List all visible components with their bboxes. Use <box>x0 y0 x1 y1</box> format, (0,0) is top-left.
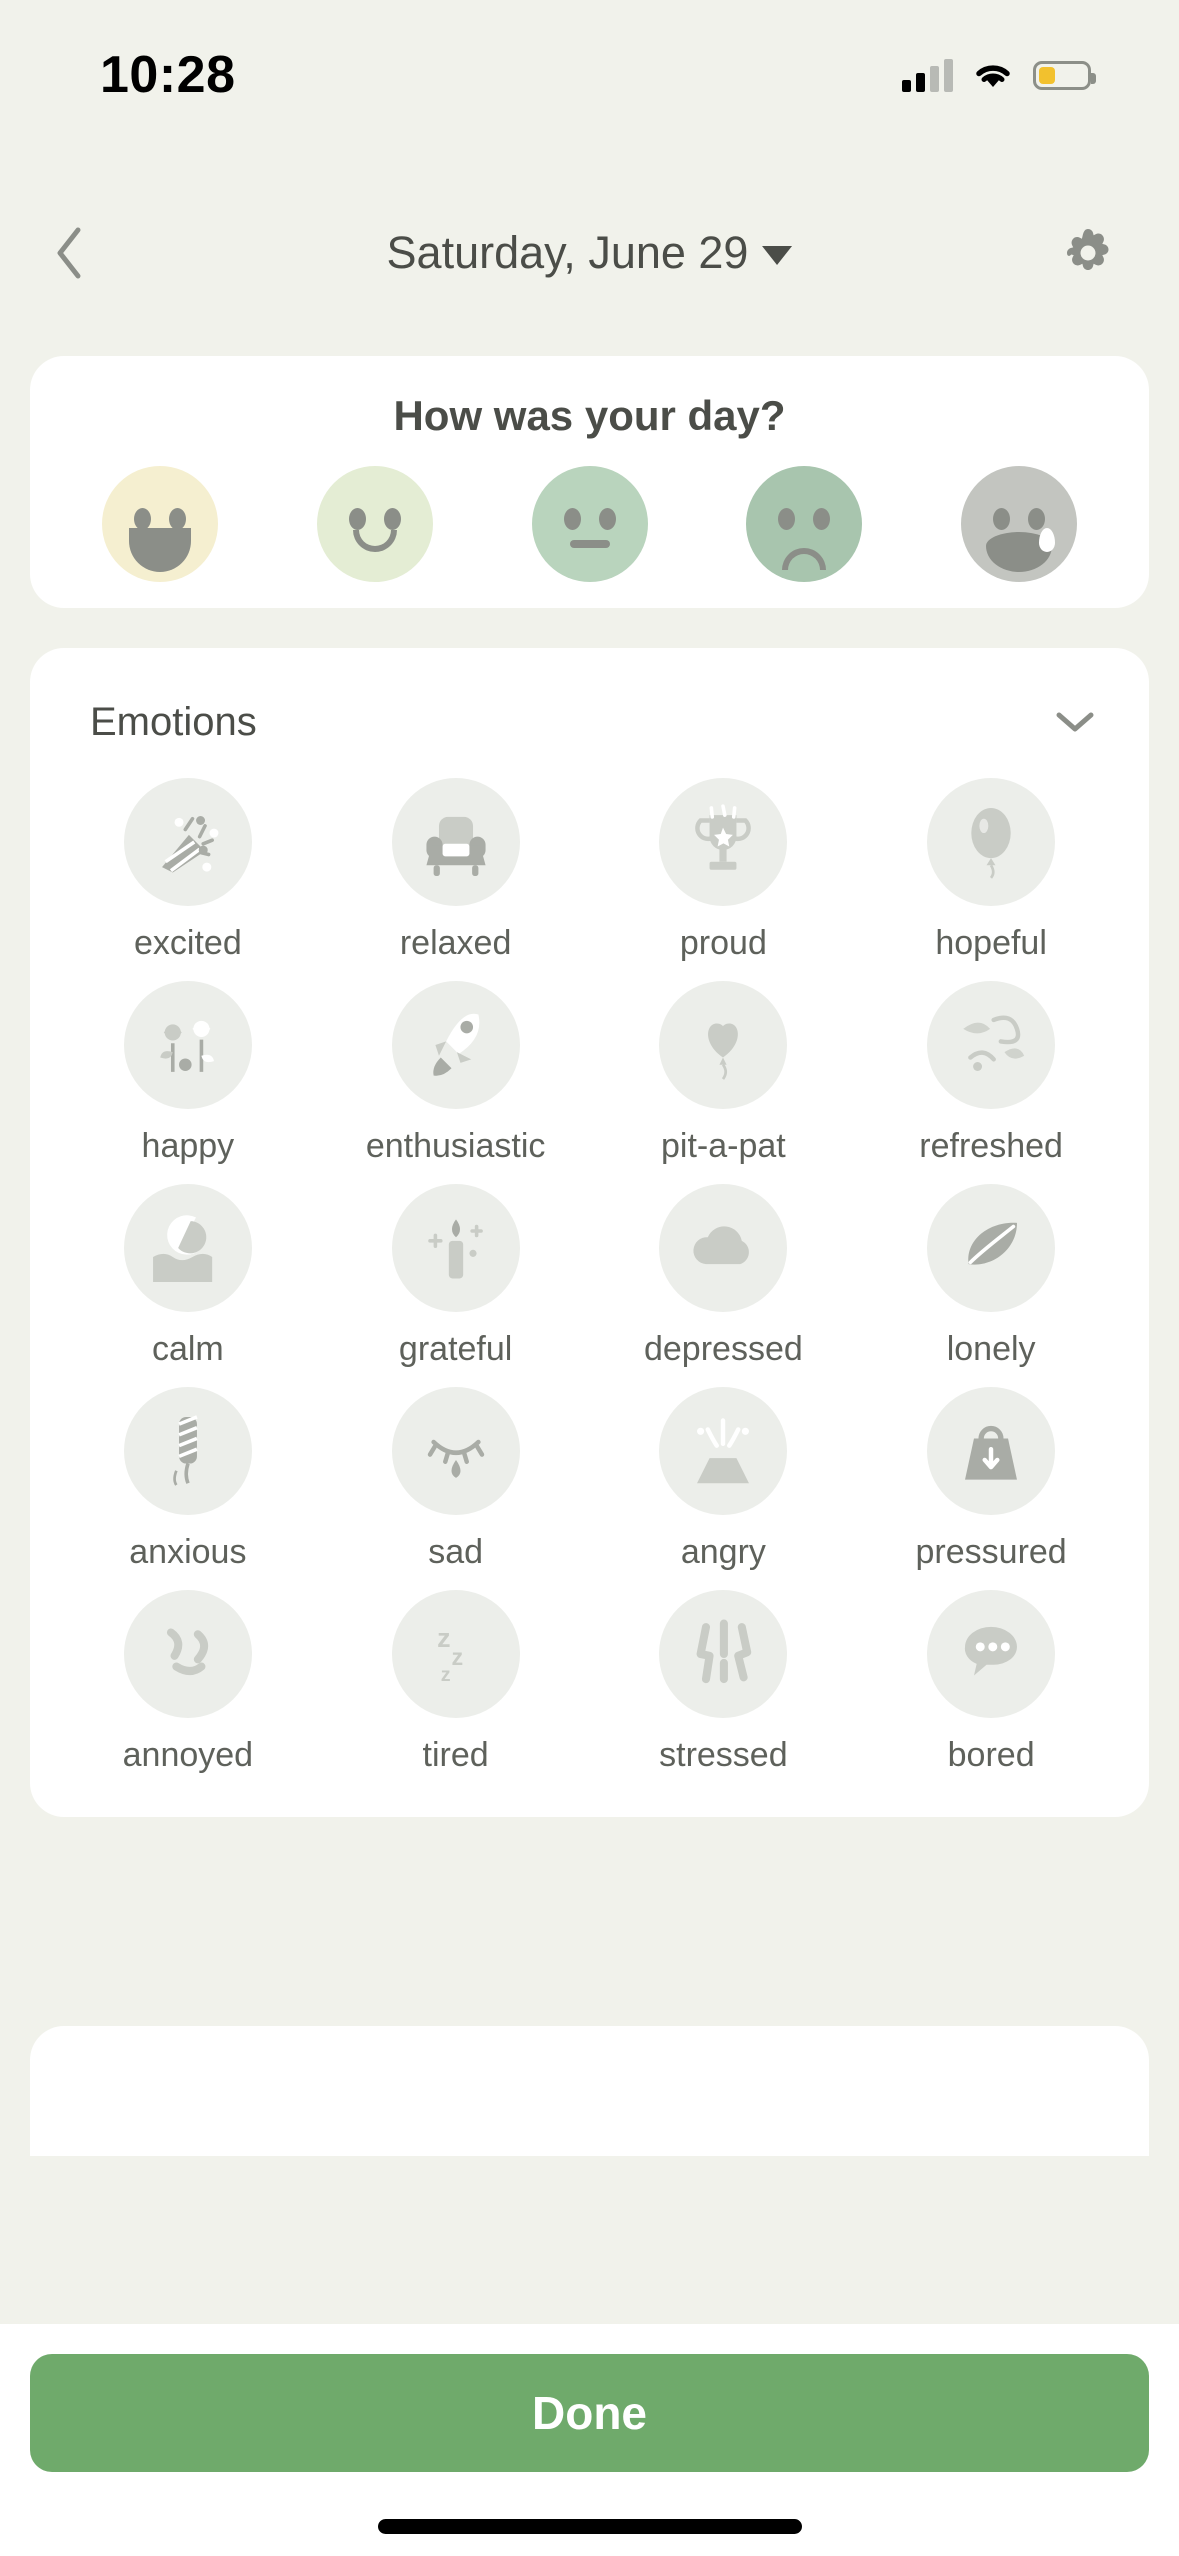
emotion-item-calm[interactable]: calm <box>54 1184 322 1369</box>
svg-text:z: z <box>437 1623 450 1653</box>
emotions-card: Emotions excited relaxed proud hopeful h… <box>30 648 1149 1817</box>
emotion-item-proud[interactable]: proud <box>590 778 858 963</box>
emotion-item-pit-a-pat[interactable]: pit-a-pat <box>590 981 858 1166</box>
weight-icon <box>927 1387 1056 1515</box>
emotion-item-excited[interactable]: excited <box>54 778 322 963</box>
twisted-rope-icon <box>123 1387 252 1515</box>
chevron-down-icon <box>1056 712 1094 732</box>
next-card-title <box>30 2026 1149 2072</box>
emotion-item-bored[interactable]: bored <box>857 1590 1125 1775</box>
bottom-bar: Done <box>0 2324 1179 2556</box>
emotion-label: pressured <box>915 1533 1067 1571</box>
armchair-icon <box>391 778 520 906</box>
emotion-item-hopeful[interactable]: hopeful <box>857 778 1125 963</box>
mood-face-very-happy[interactable] <box>102 466 218 582</box>
flowers-icon <box>123 981 252 1109</box>
moon-water-icon <box>123 1184 252 1312</box>
breeze-icon <box>927 981 1056 1109</box>
emotion-label: refreshed <box>919 1127 1063 1165</box>
emotion-item-stressed[interactable]: stressed <box>590 1590 858 1775</box>
emotion-label: anxious <box>129 1533 247 1571</box>
emotion-label: proud <box>679 924 767 962</box>
speech-bubble-icon <box>927 1590 1056 1718</box>
emotion-label: angry <box>680 1533 766 1571</box>
mood-face-sad[interactable] <box>746 466 863 582</box>
emotion-label: relaxed <box>399 924 512 962</box>
emotion-label: stressed <box>659 1736 788 1774</box>
page-title: Saturday, June 29 <box>386 227 749 278</box>
emotion-label: hopeful <box>935 924 1047 962</box>
emotion-item-annoyed[interactable]: annoyed <box>54 1590 322 1775</box>
emotions-collapse-button[interactable] <box>1045 692 1105 752</box>
emotion-label: tired <box>422 1736 489 1774</box>
emotion-item-enthusiastic[interactable]: enthusiastic <box>322 981 590 1166</box>
balloon-icon <box>927 778 1056 906</box>
emotions-title: Emotions <box>90 699 257 744</box>
status-bar-indicators <box>902 58 1096 92</box>
mood-face-neutral[interactable] <box>531 466 648 582</box>
mood-face-row <box>30 440 1149 582</box>
emotion-item-depressed[interactable]: depressed <box>590 1184 858 1369</box>
settings-button[interactable] <box>1049 214 1127 292</box>
status-bar: 10:28 <box>0 0 1179 150</box>
caret-down-icon <box>762 246 793 265</box>
heart-balloon-icon <box>659 981 788 1109</box>
lightning-icon <box>659 1590 788 1718</box>
status-bar-time: 10:28 <box>100 46 236 104</box>
battery-low-icon <box>1033 60 1096 90</box>
cellular-signal-icon <box>902 58 953 92</box>
emotion-item-pressured[interactable]: pressured <box>857 1387 1125 1572</box>
emotion-label: sad <box>428 1533 484 1571</box>
back-button[interactable] <box>30 214 108 292</box>
emotion-label: enthusiastic <box>365 1127 546 1165</box>
mood-card: How was your day? <box>30 356 1149 608</box>
emotion-item-angry[interactable]: angry <box>590 1387 858 1572</box>
emotion-label: depressed <box>643 1330 803 1368</box>
squiggles-icon <box>123 1590 252 1718</box>
emotion-item-relaxed[interactable]: relaxed <box>322 778 590 963</box>
chevron-left-icon <box>57 227 81 279</box>
emotion-item-lonely[interactable]: lonely <box>857 1184 1125 1369</box>
emotions-header[interactable]: Emotions <box>30 648 1149 752</box>
trophy-icon <box>659 778 788 906</box>
emotion-item-anxious[interactable]: anxious <box>54 1387 322 1572</box>
emotion-item-happy[interactable]: happy <box>54 981 322 1166</box>
svg-text:z: z <box>451 1644 463 1670</box>
leaf-icon <box>927 1184 1056 1312</box>
home-indicator <box>377 2519 802 2534</box>
candle-icon <box>391 1184 520 1312</box>
emotion-label: bored <box>947 1736 1035 1774</box>
zzz-icon: z z z <box>391 1590 520 1718</box>
wifi-icon <box>973 60 1013 90</box>
mood-question: How was your day? <box>393 392 786 439</box>
emotion-label: grateful <box>398 1330 513 1368</box>
crying-eye-icon <box>391 1387 520 1515</box>
cloud-icon <box>659 1184 788 1312</box>
done-button[interactable]: Done <box>30 2354 1149 2472</box>
volcano-icon <box>659 1387 788 1515</box>
nav-header: Saturday, June 29 <box>0 198 1179 308</box>
app-screen: 10:28 Saturday, June 29 How was your day… <box>0 0 1179 2556</box>
emotion-item-sad[interactable]: sad <box>322 1387 590 1572</box>
emotion-label: pit-a-pat <box>661 1127 786 1165</box>
mood-face-happy[interactable] <box>316 466 433 582</box>
emotion-label: excited <box>134 924 242 962</box>
emotions-grid: excited relaxed proud hopeful happy enth… <box>30 752 1149 1817</box>
svg-text:z: z <box>440 1664 450 1686</box>
rocket-icon <box>391 981 520 1109</box>
emotion-item-grateful[interactable]: grateful <box>322 1184 590 1369</box>
emotion-label: happy <box>141 1127 235 1165</box>
mood-face-very-sad[interactable] <box>961 466 1077 582</box>
emotion-label: calm <box>151 1330 224 1368</box>
emotion-item-tired[interactable]: z z z tired <box>322 1590 590 1775</box>
emotion-item-refreshed[interactable]: refreshed <box>857 981 1125 1166</box>
date-selector[interactable]: Saturday, June 29 <box>387 227 793 279</box>
emotion-label: lonely <box>946 1330 1036 1368</box>
emotion-label: annoyed <box>122 1736 254 1774</box>
party-popper-icon <box>123 778 252 906</box>
next-card-peek <box>30 2026 1149 2156</box>
gear-icon <box>1067 229 1109 270</box>
